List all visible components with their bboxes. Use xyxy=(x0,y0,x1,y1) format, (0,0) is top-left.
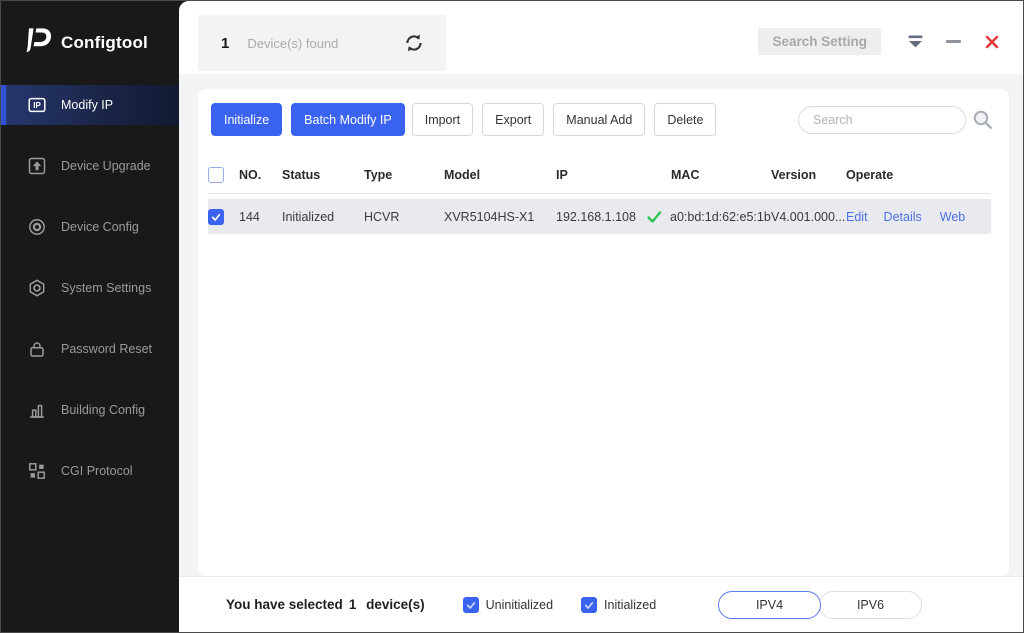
sidebar-item-device-config[interactable]: Device Config xyxy=(1,207,179,247)
col-operate: Operate xyxy=(846,167,894,182)
device-table: NO. Status Type Model IP MAC Version Ope… xyxy=(198,156,1009,234)
device-found-panel: 1 Device(s) found xyxy=(198,15,446,71)
sidebar-item-modify-ip[interactable]: IP Modify IP xyxy=(1,85,179,125)
gear-icon xyxy=(28,279,46,297)
sidebar-item-label: System Settings xyxy=(61,281,152,295)
search-setting-button[interactable]: Search Setting xyxy=(758,28,881,55)
app-title: Configtool xyxy=(61,33,148,52)
sidebar-item-label: CGI Protocol xyxy=(61,464,133,478)
edit-link[interactable]: Edit xyxy=(846,210,868,224)
window-controls: Search Setting xyxy=(758,9,999,74)
sidebar-item-system-settings[interactable]: System Settings xyxy=(1,268,179,308)
filter-initialized: Initialized xyxy=(581,596,657,613)
import-button[interactable]: Import xyxy=(411,103,474,136)
sidebar-item-label: Building Config xyxy=(61,403,146,417)
sidebar-item-building-config[interactable]: Building Config xyxy=(1,390,179,430)
grid-squares-icon xyxy=(28,462,46,480)
uninitialized-label: Uninitialized xyxy=(485,597,554,612)
target-circles-icon xyxy=(28,218,46,236)
minimize-icon[interactable] xyxy=(946,40,961,43)
initialize-button[interactable]: Initialize xyxy=(211,103,283,136)
device-list-card: Initialize Batch Modify IP Import Export… xyxy=(198,89,1009,576)
selection-summary: You have selected 1 device(s) xyxy=(226,597,425,612)
cell-operate: Edit Details Web xyxy=(846,210,991,224)
ipv4-tab[interactable]: IPV4 xyxy=(718,590,821,619)
table-header-row: NO. Status Type Model IP MAC Version Ope… xyxy=(208,156,991,194)
table-row[interactable]: 144 Initialized HCVR XVR5104HS-X1 192.16… xyxy=(208,199,991,234)
bar-chart-icon xyxy=(28,401,46,419)
cell-status: Initialized xyxy=(282,209,335,224)
cell-model: XVR5104HS-X1 xyxy=(444,209,535,224)
col-status: Status xyxy=(282,167,321,182)
initialized-checkbox[interactable] xyxy=(581,596,598,613)
sidebar-item-device-upgrade[interactable]: Device Upgrade xyxy=(1,146,179,186)
web-link[interactable]: Web xyxy=(940,210,965,224)
sidebar-item-cgi-protocol[interactable]: CGI Protocol xyxy=(1,451,179,491)
ip-version-tabs: IPV4 IPV6 xyxy=(718,590,922,619)
main-area: 1 Device(s) found Search Setting Initial… xyxy=(179,1,1023,632)
toolbar: Initialize Batch Modify IP Import Export… xyxy=(198,89,1009,136)
sidebar-item-label: Device Upgrade xyxy=(61,159,151,173)
app-logo: Configtool xyxy=(1,1,179,85)
search-magnifier-icon[interactable] xyxy=(972,109,993,130)
refresh-icon[interactable] xyxy=(404,33,424,53)
green-check-icon xyxy=(646,209,662,225)
device-found-label: Device(s) found xyxy=(247,35,339,51)
uninitialized-checkbox[interactable] xyxy=(462,596,479,613)
device-count: 1 xyxy=(221,34,230,52)
row-checkbox[interactable] xyxy=(208,208,224,225)
filter-uninitialized: Uninitialized xyxy=(462,596,554,613)
lock-icon xyxy=(28,340,46,358)
selection-prefix: You have selected xyxy=(226,597,343,612)
select-all-checkbox[interactable] xyxy=(208,166,224,183)
cell-ip: 192.168.1.108 xyxy=(556,209,636,224)
col-type: Type xyxy=(364,167,393,182)
footer-bar: You have selected 1 device(s) Uninitializ… xyxy=(179,576,1023,632)
svg-text:IP: IP xyxy=(33,101,41,110)
selection-suffix: device(s) xyxy=(366,597,425,612)
dropdown-caret-icon[interactable] xyxy=(908,35,923,48)
delete-button[interactable]: Delete xyxy=(654,103,717,136)
sidebar-item-label: Device Config xyxy=(61,220,139,234)
configtool-window: Configtool IP Modify IP Device Upgrade D… xyxy=(0,0,1024,633)
col-no: NO. xyxy=(239,167,262,182)
search-input[interactable] xyxy=(798,105,966,134)
cell-no: 144 xyxy=(239,209,260,224)
close-icon[interactable] xyxy=(985,35,999,49)
cell-type: HCVR xyxy=(364,209,400,224)
col-ip: IP xyxy=(556,167,568,182)
col-model: Model xyxy=(444,167,481,182)
dahua-d-logo-icon xyxy=(21,27,52,59)
ipv6-tab[interactable]: IPV6 xyxy=(819,590,922,619)
cell-version: V4.001.000... xyxy=(771,209,846,224)
sidebar-nav: IP Modify IP Device Upgrade Device Confi… xyxy=(1,85,179,491)
col-mac: MAC xyxy=(671,167,700,182)
col-version: Version xyxy=(771,167,817,182)
details-link[interactable]: Details xyxy=(884,210,922,224)
sidebar-item-password-reset[interactable]: Password Reset xyxy=(1,329,179,369)
sidebar: Configtool IP Modify IP Device Upgrade D… xyxy=(1,1,179,632)
initialized-label: Initialized xyxy=(604,597,657,612)
upgrade-arrow-icon xyxy=(28,157,46,175)
sidebar-item-label: Modify IP xyxy=(61,98,114,112)
manual-add-button[interactable]: Manual Add xyxy=(553,103,646,136)
export-button[interactable]: Export xyxy=(482,103,545,136)
batch-modify-ip-button[interactable]: Batch Modify IP xyxy=(291,103,405,136)
cell-mac: a0:bd:1d:62:e5:1b xyxy=(646,209,771,225)
sidebar-item-label: Password Reset xyxy=(61,342,153,356)
mac-address: a0:bd:1d:62:e5:1b xyxy=(670,209,771,224)
topbar: 1 Device(s) found Search Setting xyxy=(179,1,1023,74)
ip-badge-icon: IP xyxy=(28,96,46,114)
selection-count: 1 xyxy=(348,597,357,612)
